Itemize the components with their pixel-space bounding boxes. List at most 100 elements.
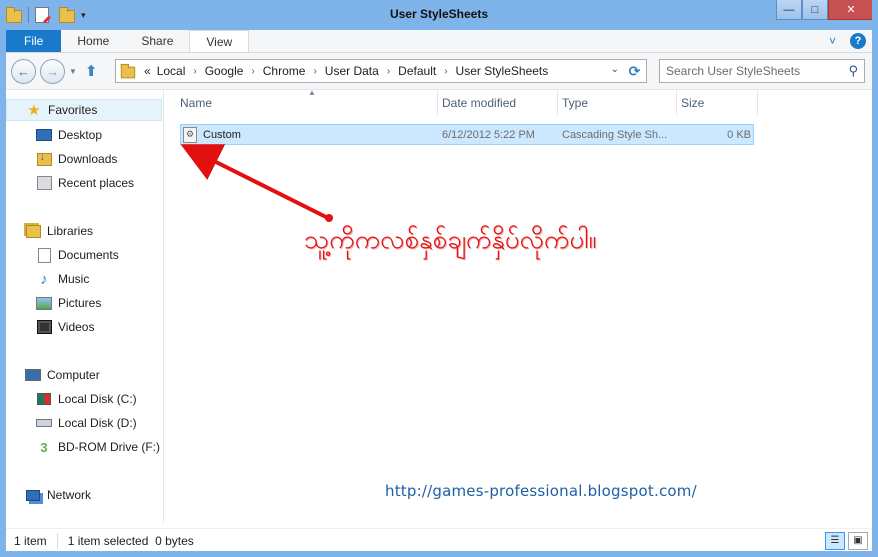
network-icon — [25, 487, 41, 503]
file-date-cell: 6/12/2012 5:22 PM — [442, 128, 535, 141]
table-row[interactable]: ⚙ Custom 6/12/2012 5:22 PM Cascading Sty… — [180, 124, 754, 145]
breadcrumb-separator[interactable]: › — [193, 66, 196, 77]
help-icon[interactable]: ? — [850, 33, 866, 49]
toolbar-divider — [28, 7, 29, 23]
expand-ribbon-icon[interactable]: ˅ — [829, 34, 836, 48]
navigation-pane: ★ Favorites Desktop Downloads Recent pla… — [6, 91, 164, 523]
local-disk-c-icon — [36, 391, 52, 407]
recent-locations-dropdown[interactable]: ▼ — [69, 67, 77, 76]
nav-item-label: Computer — [47, 368, 100, 382]
search-placeholder: Search User StyleSheets — [666, 64, 801, 78]
nav-item-label: Local Disk (D:) — [58, 416, 137, 430]
tab-view[interactable]: View — [189, 30, 250, 52]
quick-access-toolbar: ▾ — [0, 7, 86, 23]
annotation-text: သူ့ကိုကလစ်နှစ်ချက်နှိပ်လိုက်ပါ။ — [304, 225, 597, 255]
status-divider — [56, 532, 58, 549]
minimize-button[interactable]: — — [776, 0, 802, 20]
pictures-icon — [36, 295, 52, 311]
nav-item-label: Recent places — [58, 176, 135, 190]
css-file-icon: ⚙ — [183, 126, 197, 143]
back-button[interactable]: ← — [11, 58, 36, 84]
close-button[interactable]: ✕ — [828, 0, 874, 20]
customize-toolbar-dropdown[interactable]: ▾ — [81, 10, 86, 21]
address-bar[interactable]: « Local › Google › Chrome › User Data › … — [115, 59, 624, 83]
window-title: User StyleSheets — [389, 7, 489, 21]
file-size-cell: 0 KB — [727, 128, 751, 141]
nav-item-desktop[interactable]: Desktop — [36, 124, 102, 146]
breadcrumb-user-data[interactable]: User Data — [325, 64, 379, 78]
desktop-icon — [36, 127, 52, 143]
breadcrumb-chrome[interactable]: Chrome — [263, 64, 306, 78]
new-folder-icon[interactable] — [59, 7, 75, 23]
nav-item-label: Documents — [58, 248, 119, 262]
nav-item-downloads[interactable]: Downloads — [36, 148, 117, 170]
large-icons-view-button[interactable]: ▣ — [848, 531, 868, 550]
file-name-cell: ⚙ Custom — [183, 125, 433, 144]
nav-item-label: BD-ROM Drive (F:) Cal — [58, 440, 163, 454]
recent-places-icon — [36, 175, 52, 191]
search-icon[interactable]: ⚲ — [848, 63, 858, 79]
column-header-date-modified[interactable]: Date modified — [437, 91, 558, 115]
nav-item-label: Libraries — [47, 224, 94, 238]
file-name: Custom — [203, 128, 241, 141]
breadcrumb-google[interactable]: Google — [205, 64, 244, 78]
videos-icon — [36, 319, 52, 335]
column-header-label: Date modified — [442, 96, 517, 110]
nav-item-label: Pictures — [58, 296, 102, 310]
nav-item-label: Videos — [58, 320, 95, 334]
nav-item-network[interactable]: Network — [25, 484, 91, 506]
nav-item-documents[interactable]: Documents — [36, 244, 119, 266]
nav-item-label: Desktop — [58, 128, 103, 142]
star-icon: ★ — [27, 102, 41, 119]
forward-button[interactable]: → — [40, 58, 65, 84]
nav-item-videos[interactable]: Videos — [36, 316, 94, 338]
status-item-count: 1 item — [14, 533, 47, 548]
tab-share[interactable]: Share — [125, 30, 189, 52]
breadcrumb-separator[interactable]: › — [251, 66, 254, 77]
nav-item-label: Local Disk (C:) — [58, 392, 137, 406]
breadcrumb-local[interactable]: Local — [157, 64, 186, 78]
refresh-button[interactable]: ⟳ — [623, 59, 647, 83]
properties-icon[interactable] — [35, 7, 49, 23]
nav-item-label: Favorites — [48, 103, 98, 117]
breadcrumb-default[interactable]: Default — [398, 64, 436, 78]
nav-item-label: Downloads — [58, 152, 118, 166]
tab-file[interactable]: File — [6, 30, 62, 52]
breadcrumb-separator[interactable]: › — [387, 66, 390, 77]
up-button[interactable]: ⬆ — [85, 62, 98, 80]
nav-item-local-disk-c[interactable]: Local Disk (C:) — [36, 388, 137, 410]
column-header-size[interactable]: Size — [676, 91, 758, 115]
window-controls: — □ ✕ — [776, 0, 874, 20]
nav-item-bd-rom-drive[interactable]: 3 BD-ROM Drive (F:) Cal — [36, 436, 163, 458]
ribbon: File Home Share View ˅ ? — [0, 30, 878, 53]
column-header-name[interactable]: Name ▲ — [175, 88, 438, 115]
downloads-icon — [36, 151, 52, 167]
nav-item-libraries[interactable]: Libraries — [25, 220, 93, 242]
documents-icon — [36, 247, 52, 263]
breadcrumb-overflow[interactable]: « — [144, 64, 151, 78]
computer-icon — [25, 367, 41, 383]
maximize-button[interactable]: □ — [802, 0, 828, 20]
libraries-icon — [25, 223, 41, 239]
music-icon: ♪ — [40, 270, 48, 288]
column-header-type[interactable]: Type — [557, 91, 677, 115]
tab-home[interactable]: Home — [61, 30, 125, 52]
sort-ascending-icon: ▲ — [308, 88, 316, 97]
nav-item-recent-places[interactable]: Recent places — [36, 172, 134, 194]
status-bar: 1 item 1 item selected 0 bytes ☰ ▣ — [6, 528, 872, 552]
breadcrumb-separator[interactable]: › — [313, 66, 316, 77]
nav-item-pictures[interactable]: Pictures — [36, 292, 101, 314]
folder-icon[interactable] — [6, 7, 22, 23]
nav-item-local-disk-d[interactable]: Local Disk (D:) — [36, 412, 137, 434]
folder-icon — [120, 63, 136, 79]
column-header-label: Name — [180, 96, 213, 110]
address-history-dropdown[interactable]: ⌄ — [611, 64, 619, 75]
nav-item-music[interactable]: ♪ Music — [36, 268, 89, 290]
nav-item-favorites[interactable]: ★ Favorites — [6, 99, 162, 121]
breadcrumb-separator[interactable]: › — [444, 66, 447, 77]
bd-rom-icon: 3 — [40, 439, 48, 455]
nav-item-computer[interactable]: Computer — [25, 364, 100, 386]
details-view-button[interactable]: ☰ — [825, 531, 845, 550]
search-input[interactable]: Search User StyleSheets ⚲ — [659, 59, 865, 83]
breadcrumb-user-stylesheets[interactable]: User StyleSheets — [456, 64, 549, 78]
